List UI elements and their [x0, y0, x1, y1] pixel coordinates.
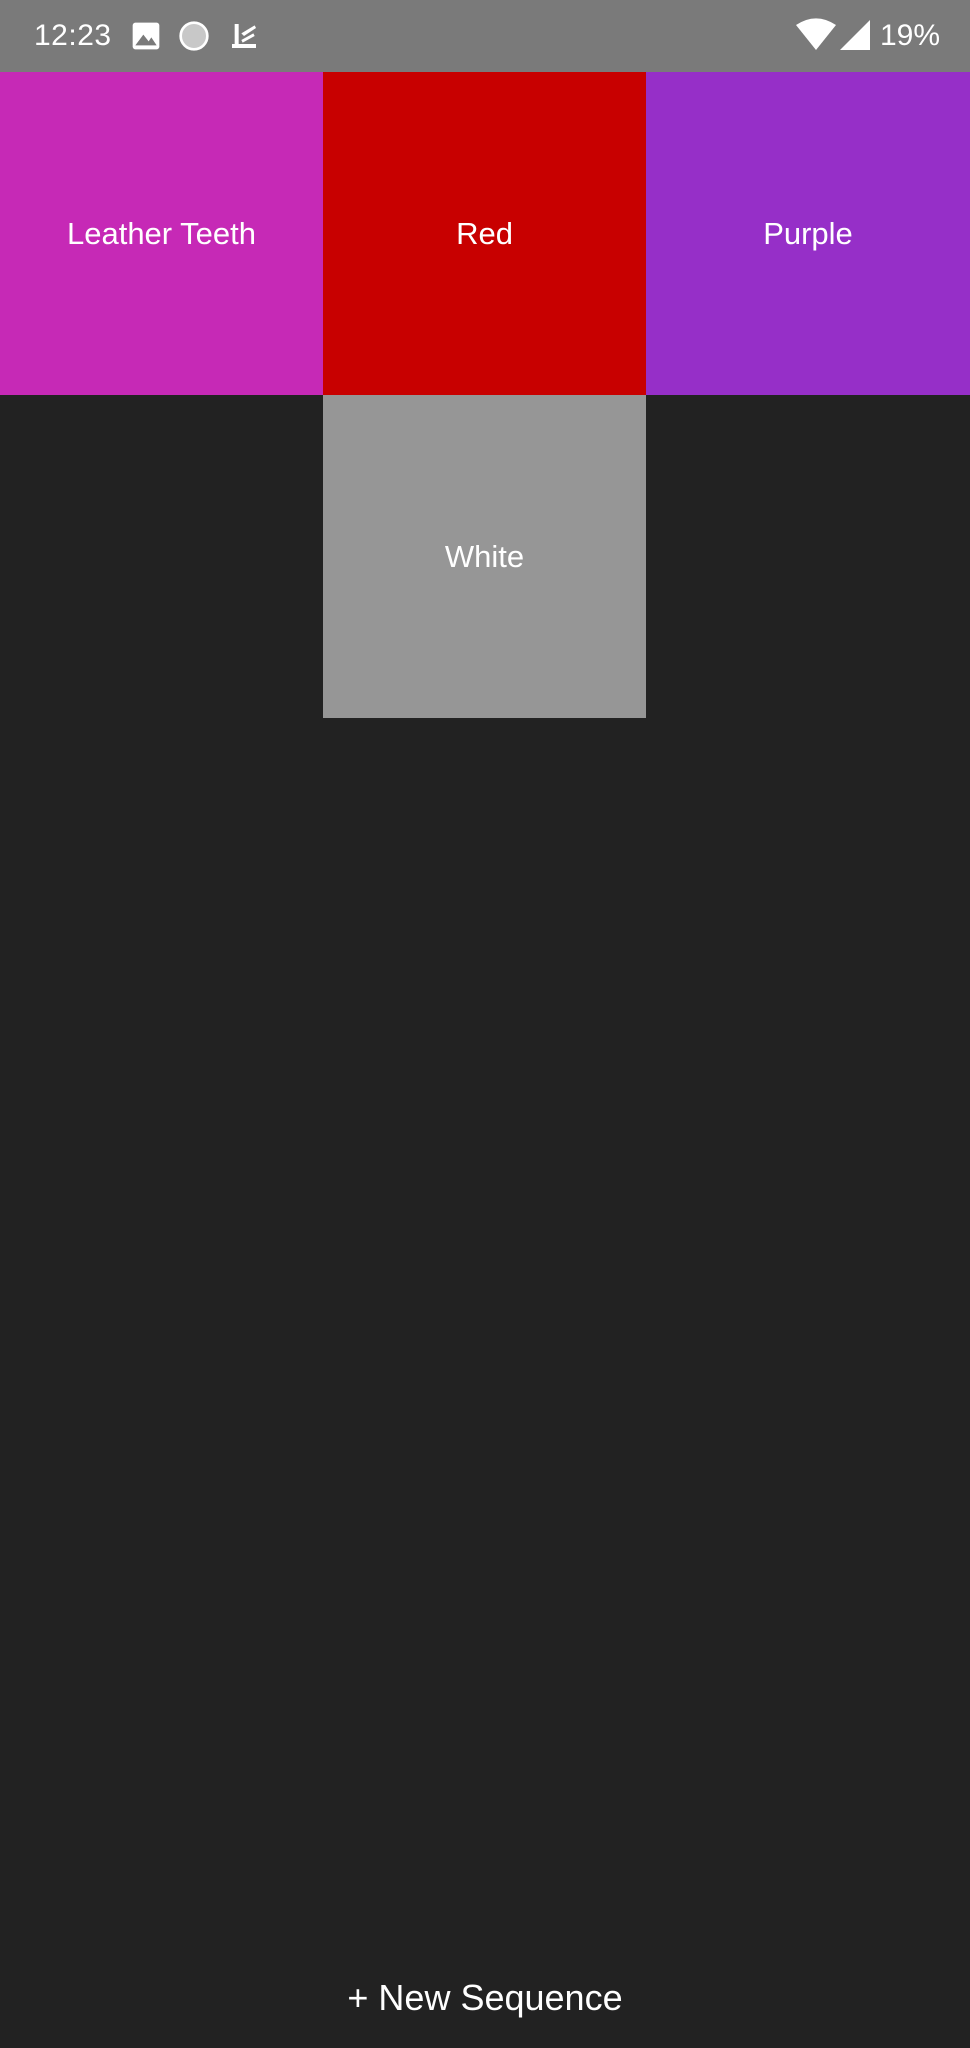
- status-time: 12:23: [34, 19, 112, 52]
- tile-red[interactable]: Red: [323, 72, 646, 395]
- image-icon: [132, 22, 160, 50]
- wifi-icon: [796, 18, 836, 50]
- new-sequence-button[interactable]: + New Sequence: [0, 1960, 970, 2036]
- tile-white[interactable]: White: [323, 395, 646, 718]
- tile-label: Purple: [763, 215, 853, 251]
- tile-label: White: [444, 538, 525, 574]
- tile-label: Red: [456, 215, 513, 251]
- tile-label: Leather Teeth: [66, 215, 257, 251]
- tile-purple[interactable]: Purple: [646, 72, 970, 395]
- circle-notification-icon: [179, 21, 209, 51]
- tile-leather-teeth[interactable]: Leather Teeth: [0, 72, 323, 395]
- battery-level: 19%: [879, 19, 940, 52]
- signal-icon: [840, 20, 870, 50]
- app-notification-icon: [232, 24, 256, 48]
- status-bar: 12:23 19%: [0, 0, 970, 72]
